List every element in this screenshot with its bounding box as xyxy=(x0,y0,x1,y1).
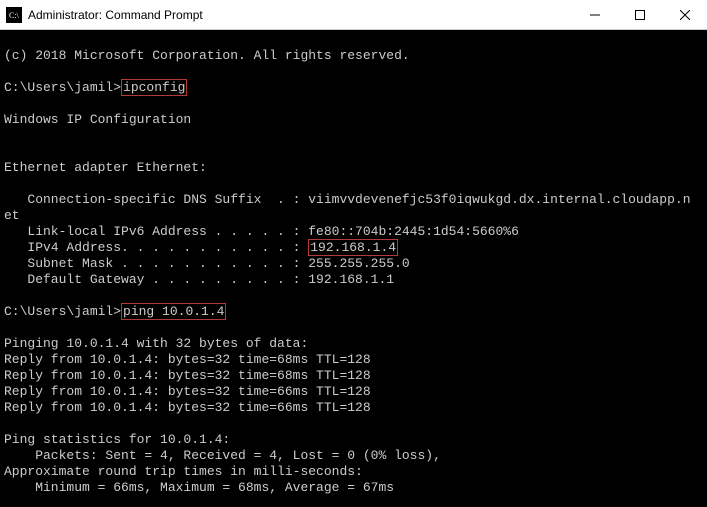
dns-suffix-line: Connection-specific DNS Suffix . : viimv… xyxy=(4,192,691,207)
dns-suffix-wrap: et xyxy=(4,208,20,223)
prompt-prefix: C:\Users\jamil> xyxy=(4,80,121,95)
ping-reply: Reply from 10.0.1.4: bytes=32 time=68ms … xyxy=(4,352,371,367)
window-title: Administrator: Command Prompt xyxy=(28,8,572,22)
copyright-line: (c) 2018 Microsoft Corporation. All righ… xyxy=(4,48,410,63)
ping-header: Pinging 10.0.1.4 with 32 bytes of data: xyxy=(4,336,308,351)
ping-stats-rtt-header: Approximate round trip times in milli-se… xyxy=(4,464,363,479)
maximize-button[interactable] xyxy=(617,0,662,29)
minimize-button[interactable] xyxy=(572,0,617,29)
gateway-line: Default Gateway . . . . . . . . . : 192.… xyxy=(4,272,394,287)
prompt-prefix: C:\Users\jamil> xyxy=(4,304,121,319)
terminal-output[interactable]: (c) 2018 Microsoft Corporation. All righ… xyxy=(0,30,707,507)
ipconfig-header: Windows IP Configuration xyxy=(4,112,191,127)
cmd-icon: C:\ xyxy=(6,7,22,23)
ping-reply: Reply from 10.0.1.4: bytes=32 time=66ms … xyxy=(4,384,371,399)
titlebar: C:\ Administrator: Command Prompt xyxy=(0,0,707,30)
svg-text:C:\: C:\ xyxy=(9,11,20,20)
adapter-header: Ethernet adapter Ethernet: xyxy=(4,160,207,175)
ipv6-line: Link-local IPv6 Address . . . . . : fe80… xyxy=(4,224,519,239)
ipv4-label: IPv4 Address. . . . . . . . . . . : xyxy=(4,240,308,255)
ipv4-line: IPv4 Address. . . . . . . . . . . : 192.… xyxy=(4,239,398,256)
subnet-line: Subnet Mask . . . . . . . . . . . : 255.… xyxy=(4,256,410,271)
close-button[interactable] xyxy=(662,0,707,29)
ping-stats-packets: Packets: Sent = 4, Received = 4, Lost = … xyxy=(4,448,441,463)
prompt-line-1: C:\Users\jamil>ipconfig xyxy=(4,79,187,96)
command-prompt-window: C:\ Administrator: Command Prompt (c) 20… xyxy=(0,0,707,507)
ipv4-address: 192.168.1.4 xyxy=(308,239,398,256)
ping-reply: Reply from 10.0.1.4: bytes=32 time=66ms … xyxy=(4,400,371,415)
ping-reply: Reply from 10.0.1.4: bytes=32 time=68ms … xyxy=(4,368,371,383)
command-ipconfig: ipconfig xyxy=(121,79,187,96)
prompt-line-2: C:\Users\jamil>ping 10.0.1.4 xyxy=(4,303,226,320)
ping-stats-header: Ping statistics for 10.0.1.4: xyxy=(4,432,230,447)
ping-stats-rtt: Minimum = 66ms, Maximum = 68ms, Average … xyxy=(4,480,394,495)
window-controls xyxy=(572,0,707,29)
command-ping: ping 10.0.1.4 xyxy=(121,303,226,320)
